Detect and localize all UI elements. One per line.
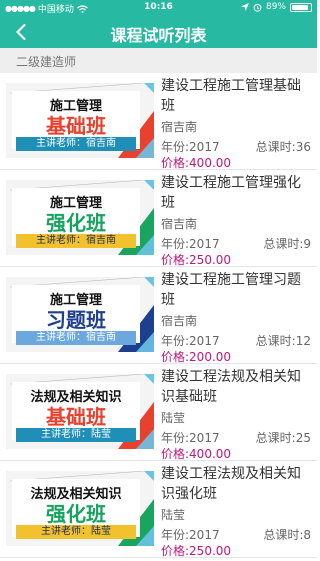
course-info: 建设工程法规及相关知识基础班 陆莹 年份:2017 总课时:25 价格:400.…: [161, 367, 311, 462]
thumbnail-teacher: 主讲老师：宿吉南: [16, 234, 136, 248]
course-price: 价格:400.00: [161, 156, 232, 170]
course-info: 建设工程施工管理强化班 宿吉南 年份:2017 总课时:9 价格:250.00: [161, 173, 311, 268]
course-list: 施工管理 基础班 主讲老师：宿吉南 建设工程施工管理基础班 宿吉南 年份:201…: [0, 73, 317, 558]
course-hours: 总课时:8: [263, 528, 311, 542]
thumbnail-teacher: 主讲老师：宿吉南: [16, 137, 136, 151]
course-teacher: 陆莹: [161, 508, 186, 522]
course-info: 建设工程施工管理基础班 宿吉南 年份:2017 总课时:36 价格:400.00: [161, 76, 311, 171]
battery-level: [292, 4, 309, 10]
course-name: 建设工程施工管理强化班: [161, 175, 301, 211]
thumbnail-card: 法规及相关知识 基础班 主讲老师：陆莹: [12, 382, 140, 442]
thumbnail-class-type: 基础班: [46, 114, 106, 138]
section-label: 二级建造师: [16, 55, 77, 69]
course-name: 建设工程法规及相关知识基础班: [161, 369, 301, 405]
thumbnail-card: 施工管理 习题班 主讲老师：宿吉南: [12, 285, 140, 345]
thumbnail-teacher: 主讲老师：陆莹: [16, 525, 136, 539]
course-meta-row: 年份:2017 总课时:25: [161, 429, 311, 445]
course-list-item[interactable]: 施工管理 基础班 主讲老师：宿吉南 建设工程施工管理基础班 宿吉南 年份:201…: [0, 73, 317, 170]
thumbnail-class-type: 基础班: [46, 405, 106, 429]
course-thumbnail: 法规及相关知识 强化班 主讲老师：陆莹: [6, 471, 154, 546]
course-meta-row: 年份:2017 总课时:8: [161, 526, 311, 542]
course-teacher: 陆莹: [161, 411, 186, 425]
course-hours: 总课时:12: [255, 334, 311, 348]
course-name: 建设工程法规及相关知识强化班: [161, 466, 301, 502]
course-thumbnail: 施工管理 习题班 主讲老师：宿吉南: [6, 277, 154, 352]
course-hours: 总课时:36: [255, 140, 311, 154]
course-price: 价格:200.00: [161, 350, 232, 364]
course-meta-row: 年份:2017 总课时:36: [161, 138, 311, 154]
course-year: 年份:2017: [161, 140, 220, 154]
course-price: 价格:250.00: [161, 544, 232, 558]
course-year: 年份:2017: [161, 237, 220, 251]
course-year: 年份:2017: [161, 528, 220, 542]
course-thumbnail: 施工管理 基础班 主讲老师：宿吉南: [6, 83, 154, 158]
thumbnail-class-type: 强化班: [46, 211, 106, 235]
thumbnail-card: 施工管理 基础班 主讲老师：宿吉南: [12, 91, 140, 151]
course-thumbnail: 法规及相关知识 基础班 主讲老师：陆莹: [6, 374, 154, 449]
course-info: 建设工程法规及相关知识强化班 陆莹 年份:2017 总课时:8 价格:250.0…: [161, 464, 311, 559]
thumbnail-teacher: 主讲老师：陆莹: [16, 428, 136, 442]
course-name: 建设工程施工管理习题班: [161, 272, 301, 308]
nav-bar: 课程试听列表: [0, 16, 317, 48]
alarm-icon: [253, 3, 262, 12]
course-meta-row: 年份:2017 总课时:9: [161, 235, 311, 251]
course-hours: 总课时:25: [255, 431, 311, 445]
battery-icon: [290, 2, 312, 12]
battery-percent: 89%: [265, 2, 286, 12]
course-year: 年份:2017: [161, 431, 220, 445]
course-name: 建设工程施工管理基础班: [161, 78, 301, 114]
course-year: 年份:2017: [161, 334, 220, 348]
thumbnail-class-type: 习题班: [46, 308, 106, 332]
thumbnail-card: 法规及相关知识 强化班 主讲老师：陆莹: [12, 479, 140, 539]
course-hours: 总课时:9: [263, 237, 311, 251]
course-meta-row: 年份:2017 总课时:12: [161, 332, 311, 348]
course-list-item[interactable]: 法规及相关知识 基础班 主讲老师：陆莹 建设工程法规及相关知识基础班 陆莹 年份…: [0, 364, 317, 461]
status-right: 89%: [240, 2, 312, 12]
location-icon: [240, 3, 249, 11]
course-info: 建设工程施工管理习题班 宿吉南 年份:2017 总课时:12 价格:200.00: [161, 270, 311, 365]
thumbnail-teacher: 主讲老师：宿吉南: [16, 331, 136, 345]
course-price: 价格:400.00: [161, 447, 232, 461]
course-teacher: 宿吉南: [161, 217, 198, 231]
course-teacher: 宿吉南: [161, 120, 198, 134]
course-list-item[interactable]: 施工管理 习题班 主讲老师：宿吉南 建设工程施工管理习题班 宿吉南 年份:201…: [0, 267, 317, 364]
thumbnail-class-type: 强化班: [46, 502, 106, 526]
section-header: 二级建造师: [0, 48, 317, 73]
thumbnail-card: 施工管理 强化班 主讲老师：宿吉南: [12, 188, 140, 248]
course-thumbnail: 施工管理 强化班 主讲老师：宿吉南: [6, 180, 154, 255]
page-title: 课程试听列表: [110, 26, 207, 45]
course-teacher: 宿吉南: [161, 314, 198, 328]
course-price: 价格:250.00: [161, 253, 232, 267]
status-bar: ●●●●● 中国移动 10:16 89%: [0, 0, 317, 16]
course-list-item[interactable]: 施工管理 强化班 主讲老师：宿吉南 建设工程施工管理强化班 宿吉南 年份:201…: [0, 170, 317, 267]
course-list-item[interactable]: 法规及相关知识 强化班 主讲老师：陆莹 建设工程法规及相关知识强化班 陆莹 年份…: [0, 461, 317, 558]
